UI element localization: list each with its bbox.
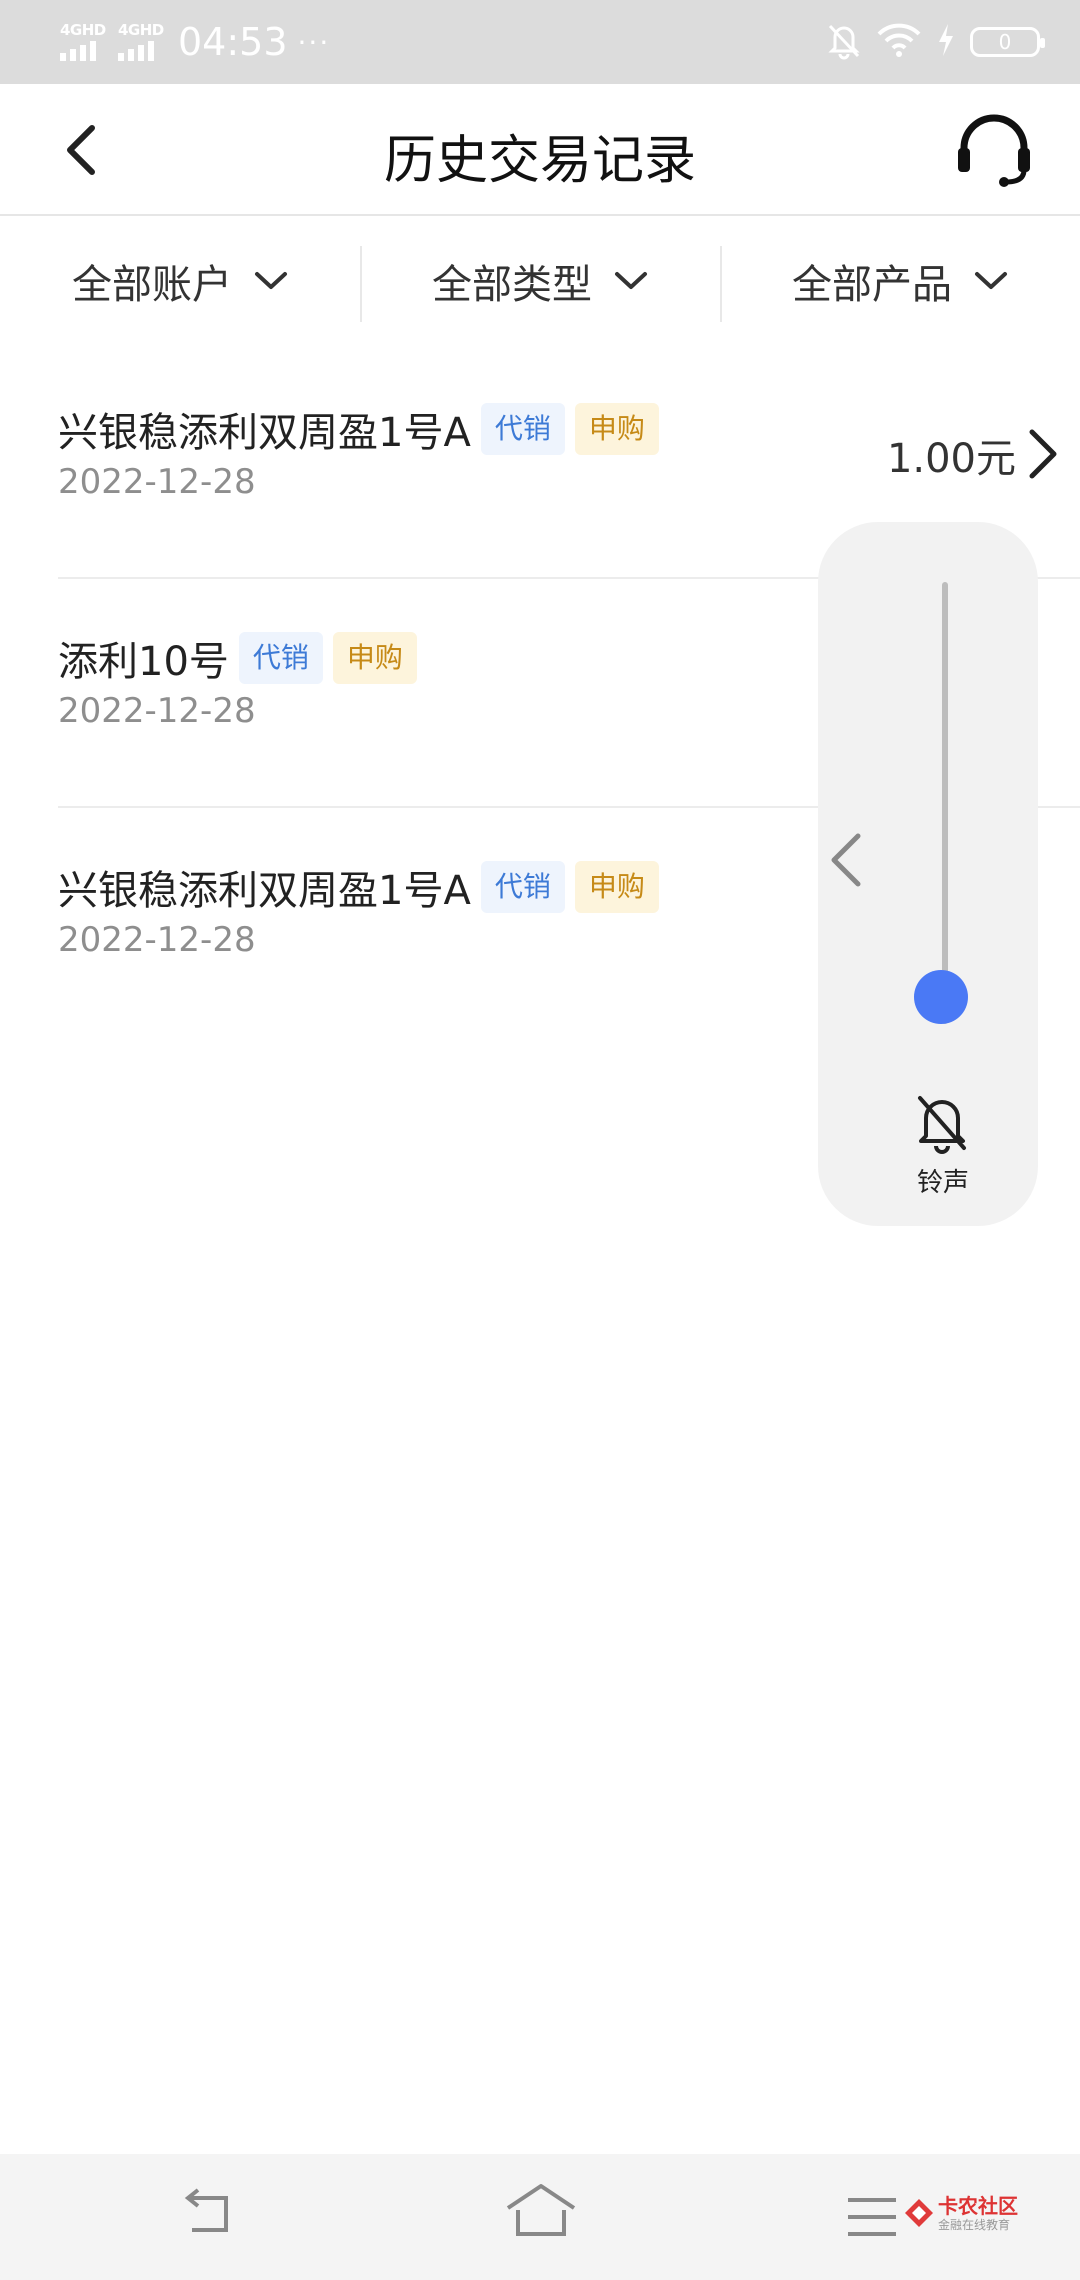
chevron-down-icon — [615, 272, 647, 289]
filter-account[interactable]: 全部账户 — [0, 216, 360, 346]
record-date: 2022-12-28 — [58, 462, 256, 502]
back-icon — [184, 2188, 228, 2232]
wifi-icon — [876, 22, 922, 62]
filter-bar: 全部账户 全部类型 全部产品 — [0, 216, 1080, 346]
watermark: 卡农社区 金融在线教育 — [902, 2188, 1022, 2248]
signal-1: 4GHD — [58, 17, 108, 67]
product-name: 兴银稳添利双周盈1号A — [58, 868, 471, 914]
record-amount: 1.00元 — [886, 436, 1016, 482]
system-nav-bar: 卡农社区 金融在线教育 — [0, 2154, 1080, 2280]
ringer-toggle[interactable] — [912, 1090, 972, 1154]
bell-off-icon — [918, 1096, 966, 1154]
record-title-row: 兴银稳添利双周盈1号A 代销 申购 — [58, 400, 659, 458]
bell-off-icon — [826, 20, 862, 64]
volume-slider[interactable] — [942, 582, 948, 1024]
customer-service-button[interactable] — [954, 110, 1034, 190]
filter-label: 全部产品 — [792, 262, 952, 308]
type-tag: 申购 — [332, 632, 417, 684]
header: 历史交易记录 — [0, 84, 1080, 216]
filter-label: 全部类型 — [432, 262, 592, 308]
agent-tag: 代销 — [480, 861, 565, 913]
menu-icon — [848, 2198, 896, 2236]
chevron-right-icon — [1029, 429, 1057, 479]
page-title: 历史交易记录 — [383, 131, 696, 191]
type-tag: 申购 — [574, 403, 659, 455]
volume-slider-knob[interactable] — [914, 970, 968, 1024]
headset-icon — [958, 114, 1030, 187]
watermark-subtitle: 金融在线教育 — [938, 2218, 1011, 2232]
chevron-down-icon — [975, 272, 1007, 289]
nav-menu-button[interactable] — [846, 2194, 898, 2240]
watermark-title: 卡农社区 — [938, 2194, 1018, 2218]
nav-home-button[interactable] — [504, 2180, 578, 2244]
agent-tag: 代销 — [238, 632, 323, 684]
chevron-left-icon — [831, 833, 861, 887]
nav-back-button[interactable] — [178, 2184, 238, 2244]
charging-icon — [936, 22, 956, 62]
record-title-row: 兴银稳添利双周盈1号A 代销 申购 — [58, 858, 659, 916]
collapse-button[interactable] — [824, 828, 868, 892]
status-time: 04:53 — [178, 20, 288, 64]
battery-level: 0 — [998, 30, 1012, 54]
signal-bars-icon — [60, 41, 96, 61]
product-name: 添利10号 — [58, 639, 229, 685]
status-more: ··· — [297, 25, 331, 59]
home-icon — [506, 2184, 576, 2236]
filter-label: 全部账户 — [72, 262, 232, 308]
signal-bars-icon — [118, 41, 154, 61]
watermark-logo-icon — [905, 2199, 933, 2227]
filter-product[interactable]: 全部产品 — [720, 216, 1080, 346]
record-date: 2022-12-28 — [58, 691, 256, 731]
type-tag: 申购 — [574, 861, 659, 913]
chevron-down-icon — [255, 272, 287, 289]
product-name: 兴银稳添利双周盈1号A — [58, 410, 471, 456]
network-type-1: 4GHD — [60, 21, 106, 39]
status-right: 0 — [826, 18, 1045, 66]
record-date: 2022-12-28 — [58, 920, 256, 960]
network-type-2: 4GHD — [118, 21, 164, 39]
signal-2: 4GHD — [116, 17, 166, 67]
volume-panel: 铃声 — [818, 522, 1038, 1226]
status-bar: 4GHD 4GHD 04:53 ··· 0 — [0, 0, 1080, 84]
ringer-label: 铃声 — [916, 1168, 969, 1198]
filter-type[interactable]: 全部类型 — [360, 216, 720, 346]
status-left: 4GHD 4GHD 04:53 ··· — [58, 14, 330, 70]
record-title-row: 添利10号 代销 申购 — [58, 629, 417, 687]
battery-icon: 0 — [970, 27, 1045, 57]
agent-tag: 代销 — [480, 403, 565, 455]
